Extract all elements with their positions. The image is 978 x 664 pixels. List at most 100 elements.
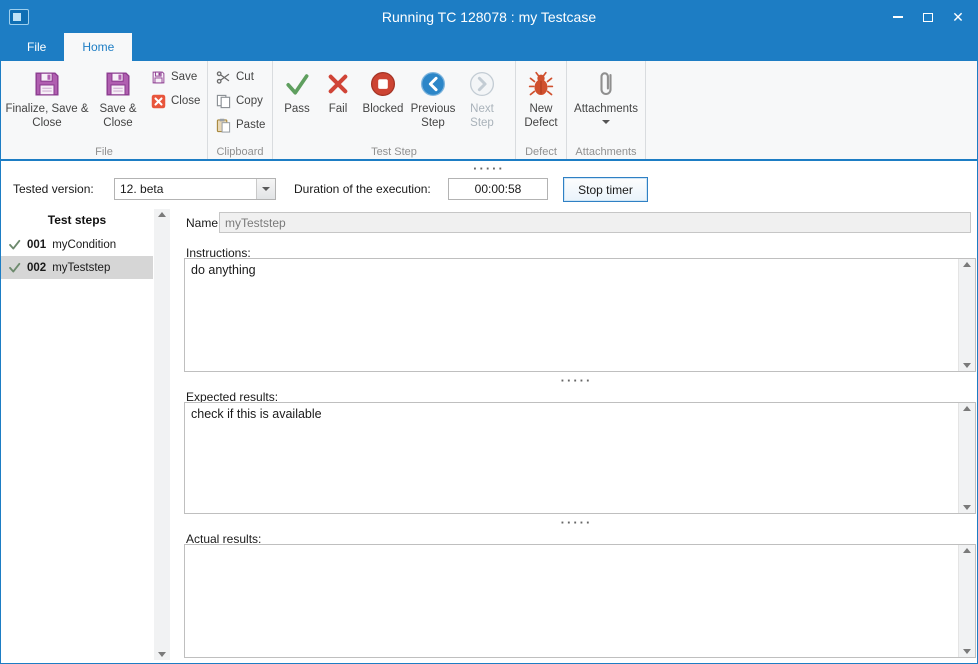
paste-button[interactable]: Paste (211, 114, 269, 136)
name-label: Name: (186, 216, 221, 230)
name-input[interactable] (219, 212, 971, 233)
minimize-button[interactable] (883, 1, 913, 33)
close-icon: ✕ (952, 10, 964, 24)
ribbon-group-defect: New Defect Defect (516, 61, 567, 159)
actual-results-scrollbar[interactable] (958, 545, 975, 657)
file-small-buttons: Save Close (146, 63, 204, 112)
fail-button[interactable]: Fail (318, 63, 358, 117)
combo-dropdown-button[interactable] (256, 179, 275, 199)
previous-step-button[interactable]: Previous Step (408, 63, 458, 131)
steps-scrollbar[interactable] (154, 209, 170, 660)
fail-label: Fail (329, 103, 348, 117)
test-step-row[interactable]: 001 myCondition (1, 233, 153, 256)
step-number: 002 (27, 262, 46, 274)
step-name: myCondition (52, 239, 116, 251)
ribbon: Finalize, Save & Close Save & Close Save (1, 61, 977, 161)
arrow-right-gray-icon (466, 68, 498, 100)
expected-results-text[interactable]: check if this is available (185, 403, 958, 513)
save-and-close-label: Save & Close (90, 103, 146, 131)
scroll-up-icon[interactable] (963, 548, 971, 553)
minimize-icon (893, 16, 903, 18)
scroll-down-icon[interactable] (963, 505, 971, 510)
ribbon-group-file: Finalize, Save & Close Save & Close Save (1, 61, 208, 159)
pass-label: Pass (284, 103, 310, 117)
instructions-splitter-grip[interactable]: ····· (177, 376, 976, 385)
save-and-close-button[interactable]: Save & Close (90, 63, 146, 131)
copy-icon (215, 93, 231, 109)
expected-results-textarea[interactable]: check if this is available (184, 402, 976, 514)
app-window: Running TC 128078 : my Testcase ✕ File H… (0, 0, 978, 664)
ribbon-tabs: File Home (1, 33, 977, 61)
ribbon-group-test-step: Pass Fail Blocked Previous Step (273, 61, 516, 159)
expected-results-scrollbar[interactable] (958, 403, 975, 513)
attachments-button[interactable]: Attachments (570, 63, 642, 124)
cut-button[interactable]: Cut (211, 66, 269, 88)
blocked-button[interactable]: Blocked (358, 63, 408, 117)
ribbon-group-label: File (1, 146, 207, 158)
save-label: Save (171, 71, 197, 83)
test-step-form: Name: Instructions: do anything ····· Ex… (177, 206, 976, 662)
tested-version-label: Tested version: (13, 182, 94, 196)
pass-button[interactable]: Pass (276, 63, 318, 117)
ribbon-group-label: Test Step (273, 146, 515, 158)
test-steps-panel: Test steps 001 myCondition 002 myTestste… (1, 206, 172, 663)
close-button[interactable]: ✕ (943, 1, 973, 33)
scroll-down-icon[interactable] (963, 649, 971, 654)
new-defect-button[interactable]: New Defect (519, 63, 563, 131)
main-content: Test steps 001 myCondition 002 myTestste… (1, 206, 977, 663)
close-ribbon-button[interactable]: Close (146, 90, 204, 112)
tested-version-select[interactable]: 12. beta (114, 178, 276, 200)
scroll-down-icon[interactable] (963, 363, 971, 368)
duration-label: Duration of the execution: (294, 182, 431, 196)
copy-label: Copy (236, 95, 263, 107)
stop-timer-button[interactable]: Stop timer (563, 177, 648, 202)
cut-label: Cut (236, 71, 254, 83)
save-button[interactable]: Save (146, 66, 204, 88)
check-icon (7, 261, 21, 275)
clipboard-buttons: Cut Copy Paste (211, 63, 269, 136)
maximize-icon (923, 13, 933, 22)
x-red-icon (322, 68, 354, 100)
save-icon (102, 68, 134, 100)
tab-home[interactable]: Home (64, 33, 132, 61)
instructions-textarea[interactable]: do anything (184, 258, 976, 372)
scroll-down-icon[interactable] (158, 652, 166, 657)
save-icon (31, 68, 63, 100)
window-title: Running TC 128078 : my Testcase (1, 1, 977, 33)
paste-label: Paste (236, 119, 265, 131)
close-red-icon (150, 93, 166, 109)
ribbon-filler (646, 61, 977, 159)
finalize-save-close-button[interactable]: Finalize, Save & Close (4, 63, 90, 131)
instructions-text[interactable]: do anything (185, 259, 958, 371)
save-icon (150, 69, 166, 85)
ribbon-splitter-grip[interactable]: ····· (1, 164, 977, 173)
scroll-up-icon[interactable] (158, 212, 166, 217)
instructions-scrollbar[interactable] (958, 259, 975, 371)
tab-file[interactable]: File (9, 33, 64, 61)
window-controls: ✕ (883, 1, 973, 33)
duration-input[interactable] (448, 178, 548, 200)
execution-bar: Tested version: 12. beta Duration of the… (1, 173, 977, 206)
actual-results-textarea[interactable] (184, 544, 976, 658)
next-step-label: Next Step (458, 103, 506, 131)
expected-splitter-grip[interactable]: ····· (177, 518, 976, 527)
maximize-button[interactable] (913, 1, 943, 33)
test-step-row[interactable]: 002 myTeststep (1, 256, 153, 279)
next-step-button[interactable]: Next Step (458, 63, 506, 131)
previous-step-label: Previous Step (408, 103, 458, 131)
check-icon (7, 238, 21, 252)
scroll-up-icon[interactable] (963, 406, 971, 411)
ribbon-group-label: Defect (516, 146, 566, 158)
bug-icon (525, 68, 557, 100)
ribbon-group-attachments: Attachments Attachments (567, 61, 646, 159)
new-defect-label: New Defect (519, 103, 563, 131)
close-label: Close (171, 95, 200, 107)
blocked-label: Blocked (363, 103, 404, 117)
copy-button[interactable]: Copy (211, 90, 269, 112)
step-number: 001 (27, 239, 46, 251)
ribbon-group-label: Attachments (567, 146, 645, 158)
chevron-down-icon (602, 120, 610, 124)
scroll-up-icon[interactable] (963, 262, 971, 267)
actual-results-text[interactable] (185, 545, 958, 657)
step-name: myTeststep (52, 262, 110, 274)
